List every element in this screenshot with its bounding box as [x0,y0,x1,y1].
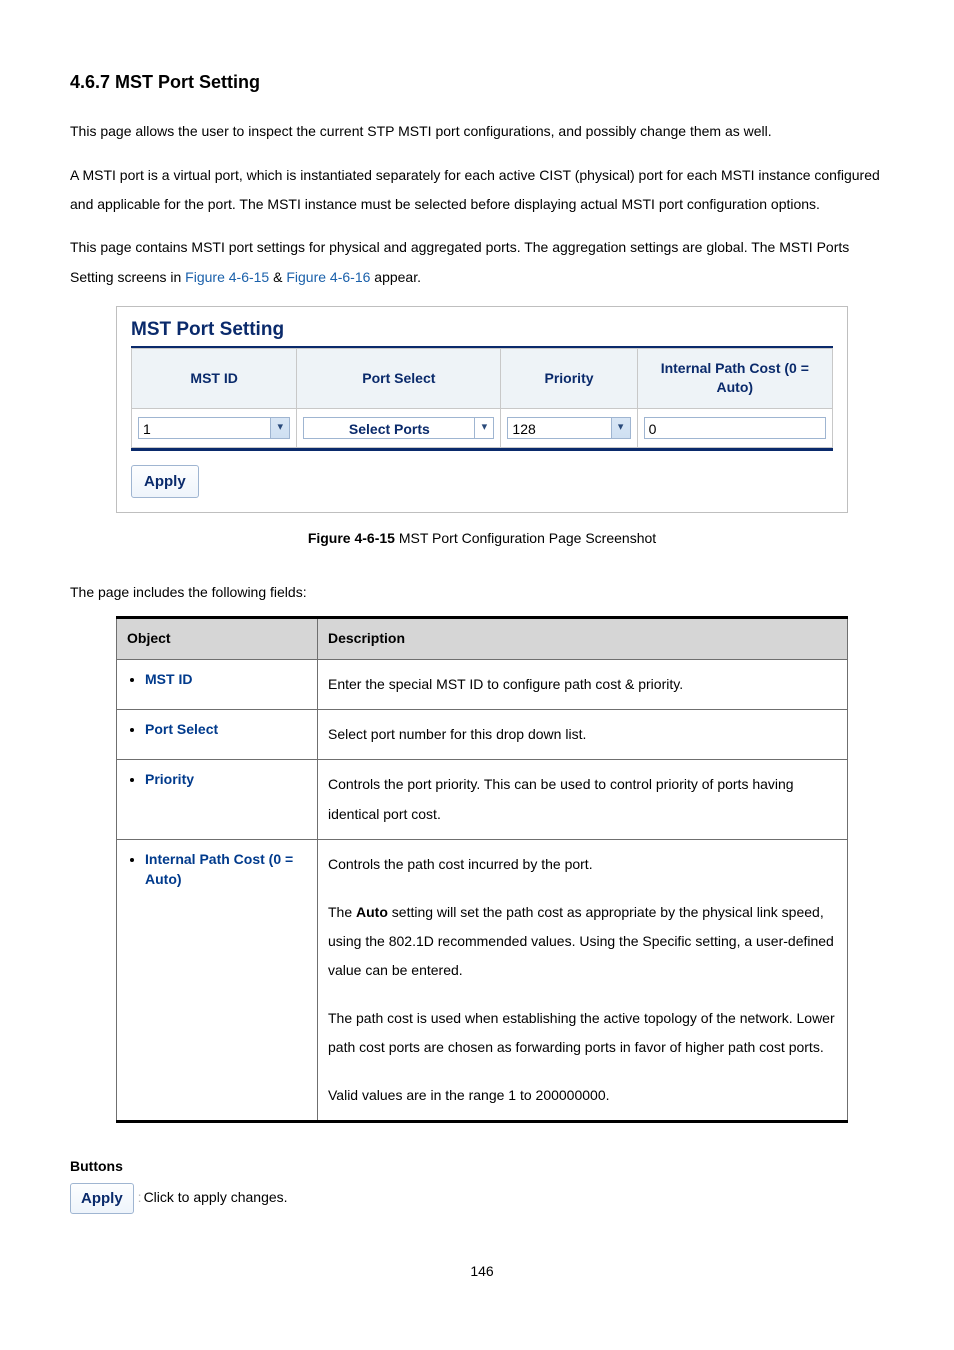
desc-ipc-line2: The Auto setting will set the path cost … [328,898,837,986]
priority-select[interactable]: 128 ▾ [507,417,630,439]
header-priority: Priority [501,349,637,408]
fields-intro: The page includes the following fields: [70,583,894,603]
buttons-row: Apply : Click to apply changes. [70,1183,894,1214]
chevron-down-icon: ▾ [270,418,289,438]
table-row: Internal Path Cost (0 = Auto) Controls t… [117,840,848,1122]
page-number: 146 [70,1262,894,1282]
desc-ipc-l2b: Auto [356,904,388,920]
table-row: Priority Controls the port priority. Thi… [117,760,848,840]
apply-button[interactable]: Apply [131,465,199,498]
figure-caption-number: Figure 4-6-15 [308,530,395,546]
chevron-down-icon: ▾ [611,418,630,438]
desc-ipc-line3: The path cost is used when establishing … [328,1004,837,1063]
intro-paragraph-1: This page allows the user to inspect the… [70,117,894,146]
table-row: MST ID Enter the special MST ID to confi… [117,659,848,709]
desc-ipc-l2c: setting will set the path cost as approp… [328,904,834,979]
buttons-heading: Buttons [70,1157,894,1177]
desc-ipc-l2a: The [328,904,356,920]
object-mst-id: MST ID [145,671,192,687]
mst-id-value: 1 [139,418,270,438]
desc-mst-id: Enter the special MST ID to configure pa… [328,670,837,699]
chevron-down-icon: ▾ [474,418,493,438]
table-header-description: Description [318,618,848,660]
intro-paragraph-2: A MSTI port is a virtual port, which is … [70,161,894,220]
figure-link-4-6-16[interactable]: Figure 4-6-16 [286,269,370,285]
mst-port-setting-screenshot: MST Port Setting MST ID Port Select Prio… [116,306,848,513]
divider [131,448,833,451]
header-mst-id: MST ID [132,349,297,408]
screenshot-title: MST Port Setting [131,317,833,348]
port-select-dropdown[interactable]: Select Ports ▾ [303,417,494,439]
config-header-row: MST ID Port Select Priority Internal Pat… [131,348,833,409]
figure-link-4-6-15[interactable]: Figure 4-6-15 [185,269,269,285]
mst-id-select[interactable]: 1 ▾ [138,417,290,439]
table-row: Port Select Select port number for this … [117,710,848,760]
table-header-object: Object [117,618,318,660]
para3-amp: & [269,269,286,285]
apply-button-description: Click to apply changes. [144,1188,288,1208]
para3-text-b: appear. [370,269,421,285]
desc-ipc-line1: Controls the path cost incurred by the p… [328,850,837,879]
fields-table: Object Description MST ID Enter the spec… [116,616,848,1123]
object-port-select: Port Select [145,721,218,737]
internal-path-cost-input[interactable]: 0 [644,417,826,439]
config-value-row: 1 ▾ Select Ports ▾ 128 ▾ 0 [131,409,833,448]
object-priority: Priority [145,771,194,787]
section-heading: 4.6.7 MST Port Setting [70,70,894,95]
desc-priority: Controls the port priority. This can be … [328,770,837,829]
desc-ipc-line4: Valid values are in the range 1 to 20000… [328,1081,837,1110]
port-select-value: Select Ports [304,418,474,438]
priority-value: 128 [508,418,610,438]
desc-port-select: Select port number for this drop down li… [328,720,837,749]
apply-button-inline[interactable]: Apply [70,1183,134,1214]
header-internal-path-cost: Internal Path Cost (0 = Auto) [638,349,832,408]
header-port-select: Port Select [297,349,501,408]
intro-paragraph-3: This page contains MSTI port settings fo… [70,233,894,292]
object-internal-path-cost: Internal Path Cost (0 = Auto) [145,851,293,887]
figure-caption: Figure 4-6-15 MST Port Configuration Pag… [70,529,894,549]
colon-faded: : [138,1188,142,1208]
figure-caption-text: MST Port Configuration Page Screenshot [395,530,656,546]
